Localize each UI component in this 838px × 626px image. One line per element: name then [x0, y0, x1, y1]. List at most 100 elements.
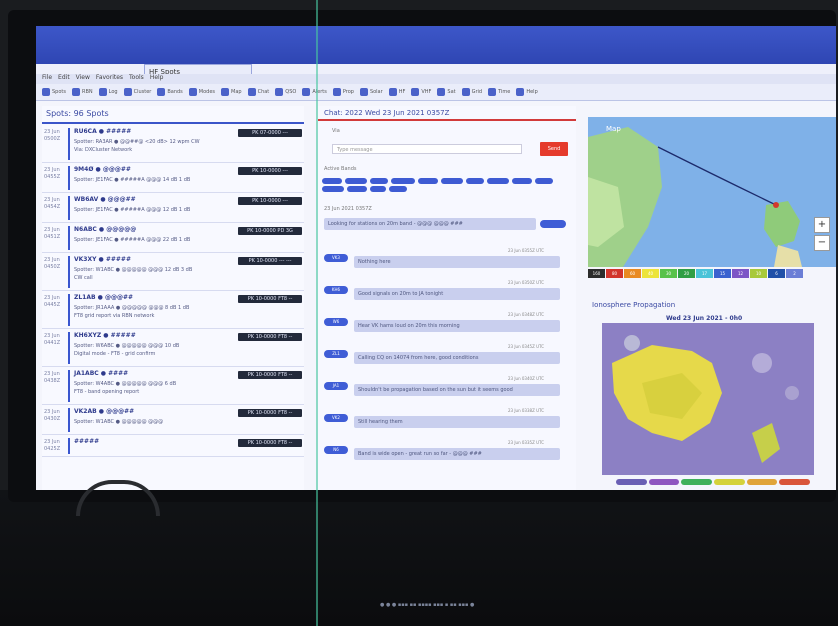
map-title: Map	[606, 125, 621, 133]
message-user[interactable]: W6	[324, 318, 348, 326]
band-tag[interactable]	[535, 178, 553, 184]
spot-callsign[interactable]: 9M4Ø ● @@@##	[74, 166, 131, 173]
band-tag[interactable]	[345, 178, 367, 184]
toolbar-button[interactable]: Cluster	[123, 88, 152, 96]
legend-band[interactable]: 6	[768, 269, 785, 278]
menu-item[interactable]: View	[76, 74, 90, 81]
band-tag[interactable]	[322, 178, 342, 184]
band-tag[interactable]	[487, 178, 509, 184]
zoom-out-button[interactable]: −	[814, 235, 830, 251]
message-input[interactable]: Type message	[332, 144, 522, 154]
spot-callsign[interactable]: JA1ABC ● ####	[74, 370, 128, 377]
band-tag[interactable]	[441, 178, 463, 184]
toolbar-icon	[71, 88, 80, 96]
toolbar-button[interactable]: Modes	[188, 88, 216, 96]
spot-row[interactable]: 23 Jun 0454Z WB6AV ● @@@## PK 10-0000 --- S…	[42, 194, 304, 223]
toolbar-label: Alerts	[312, 89, 327, 95]
toolbar-button[interactable]: VHF	[411, 88, 431, 96]
band-tag[interactable]	[370, 178, 388, 184]
spot-row[interactable]: 23 Jun 0438Z JA1ABC ● #### PK 10-0000 FT8 …	[42, 368, 304, 405]
toolbar-label: Cluster	[133, 89, 152, 95]
toolbar-button[interactable]: HF	[388, 88, 406, 96]
toolbar-button[interactable]: Grid	[461, 88, 482, 96]
toolbar-label: QSO	[285, 89, 297, 95]
toolbar-button[interactable]: Spots	[42, 88, 66, 96]
message-user[interactable]: VK3	[324, 254, 348, 262]
spot-time: 23 Jun 0430Z	[44, 409, 61, 422]
menu-item[interactable]: Edit	[58, 74, 70, 81]
menu-item[interactable]: Favorites	[96, 74, 123, 81]
toolbar-button[interactable]: QSO	[275, 88, 296, 96]
legend-band[interactable]: 2	[786, 269, 803, 278]
zoom-in-button[interactable]: +	[814, 217, 830, 233]
spot-detail: FT8 grid report via RBN network	[74, 313, 155, 319]
spot-callsign[interactable]: N6ABC ● @@@@@	[74, 226, 136, 233]
spot-row[interactable]: 23 Jun 0430Z VK2AB ● @@@## PK 10-0000 FT8 …	[42, 406, 304, 435]
spot-row[interactable]: 23 Jun 0441Z KH6XYZ ● ##### PK 10-0000 FT8…	[42, 330, 304, 367]
message-user[interactable]: ZL1	[324, 350, 348, 358]
toolbar-icon	[302, 88, 311, 96]
chat-panel: Chat: 2022 Wed 23 Jun 2021 0357Z Via Typ…	[318, 106, 576, 490]
message-user[interactable]: JA1	[324, 382, 348, 390]
toolbar-button[interactable]: Alerts	[302, 88, 327, 96]
menu-item[interactable]: File	[42, 74, 52, 81]
spot-row[interactable]: 23 Jun 0500Z RU6CA ● ##### PK 07-0000 --- S…	[42, 126, 304, 163]
toolbar-button[interactable]: Chat	[247, 88, 269, 96]
band-tag[interactable]	[391, 178, 415, 184]
toolbar-button[interactable]: Map	[221, 88, 242, 96]
toolbar-icon	[157, 88, 166, 96]
legend-band[interactable]: 160	[588, 269, 605, 278]
legend-band[interactable]: 40	[642, 269, 659, 278]
legend-band[interactable]: 20	[678, 269, 695, 278]
band-tag[interactable]	[347, 186, 367, 192]
toolbar-button[interactable]: Bands	[157, 88, 183, 96]
toolbar-icon	[247, 88, 256, 96]
spot-row[interactable]: 23 Jun 0450Z VK3XY ● ##### PK 10-0000 --- …	[42, 254, 304, 291]
message-user[interactable]: N6	[324, 446, 348, 454]
toolbar-button[interactable]: Sat	[437, 88, 456, 96]
toolbar-label: Modes	[198, 89, 216, 95]
menu-item[interactable]: Help	[150, 74, 164, 81]
spot-callsign[interactable]: VK2AB ● @@@##	[74, 408, 134, 415]
spot-callsign[interactable]: #####	[74, 438, 99, 445]
legend-band[interactable]: 80	[606, 269, 623, 278]
toolbar-button[interactable]: Log	[98, 88, 118, 96]
legend-band[interactable]: 60	[624, 269, 641, 278]
spot-row[interactable]: 23 Jun 0425Z ##### PK 10-0000 FT8 --	[42, 436, 304, 457]
message-text: Nothing here	[354, 256, 560, 268]
spot-callsign[interactable]: RU6CA ● #####	[74, 128, 131, 135]
spot-callsign[interactable]: VK3XY ● #####	[74, 256, 131, 263]
spot-time: 23 Jun 0445Z	[44, 295, 61, 308]
legend-band[interactable]: 30	[660, 269, 677, 278]
reply-button[interactable]	[540, 220, 566, 228]
menu-bar: File Edit View Favorites Tools Help	[36, 74, 836, 84]
legend-band[interactable]: 12	[732, 269, 749, 278]
spot-callsign[interactable]: ZL1AB ● @@@##	[74, 294, 133, 301]
send-button[interactable]: Send	[540, 142, 568, 156]
band-tag[interactable]	[512, 178, 532, 184]
band-tag[interactable]	[466, 178, 484, 184]
message-user[interactable]: VK2	[324, 414, 348, 422]
toolbar-button[interactable]: RBN	[71, 88, 93, 96]
message-user[interactable]: KH6	[324, 286, 348, 294]
spot-callsign[interactable]: KH6XYZ ● #####	[74, 332, 136, 339]
toolbar-label: HF	[398, 89, 406, 95]
legend-band[interactable]: 10	[750, 269, 767, 278]
toolbar-button[interactable]: Help	[516, 88, 538, 96]
band-tag[interactable]	[370, 186, 386, 192]
legend-band[interactable]: 17	[696, 269, 713, 278]
band-tag[interactable]	[418, 178, 438, 184]
spot-row[interactable]: 23 Jun 0445Z ZL1AB ● @@@## PK 10-0000 FT8 …	[42, 292, 304, 329]
spot-callsign[interactable]: WB6AV ● @@@##	[74, 196, 136, 203]
spot-row[interactable]: 23 Jun 0455Z 9M4Ø ● @@@## PK 10-0000 --- Sp…	[42, 164, 304, 193]
band-tag[interactable]	[389, 186, 407, 192]
toolbar-button[interactable]: Solar	[359, 88, 383, 96]
toolbar-button[interactable]: Time	[488, 88, 510, 96]
band-tag[interactable]	[322, 186, 344, 192]
menu-item[interactable]: Tools	[129, 74, 144, 81]
legend-band[interactable]: 15	[714, 269, 731, 278]
spot-frequency-badge: PK 10-0000 FT8 --	[238, 409, 302, 417]
spot-row[interactable]: 23 Jun 0451Z N6ABC ● @@@@@ PK 10-0000 PD 3…	[42, 224, 304, 253]
world-map[interactable]: Map + −	[588, 117, 836, 267]
toolbar-button[interactable]: Prop	[332, 88, 354, 96]
